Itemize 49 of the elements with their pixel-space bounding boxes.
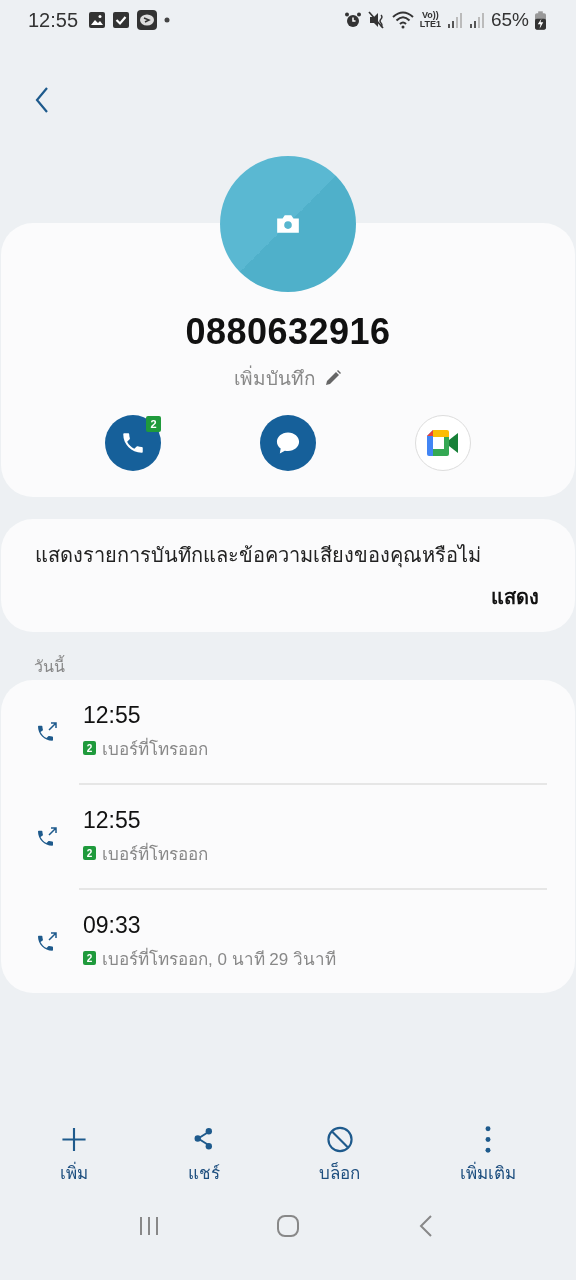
plus-icon — [59, 1126, 88, 1153]
call-detail: เบอร์ที่โทรออก, 0 นาที 29 วินาที — [102, 946, 336, 971]
alarm-icon — [343, 11, 362, 29]
call-log-item[interactable]: 12:55 2 เบอร์ที่โทรออก — [1, 785, 547, 888]
video-camera-icon — [425, 428, 461, 458]
pencil-icon — [324, 369, 342, 387]
phone-number: 0880632916 — [185, 311, 391, 353]
call-log-item[interactable]: 12:55 2 เบอร์ที่โทรออก — [1, 680, 547, 783]
sim-badge: 2 — [83, 846, 96, 860]
mute-icon — [367, 11, 386, 29]
phone-icon — [120, 430, 146, 456]
gallery-icon — [88, 11, 107, 29]
call-time: 12:55 — [83, 806, 142, 834]
home-button[interactable] — [276, 1214, 300, 1238]
outgoing-call-icon — [35, 929, 59, 954]
prompt-text: แสดงรายการบันทึกและข้อความเสียงของคุณหรือไม่ — [35, 543, 482, 570]
outgoing-call-icon — [35, 824, 59, 849]
sim-badge: 2 — [146, 416, 161, 432]
dot-icon — [164, 17, 171, 23]
call-log-item[interactable]: 09:33 2 เบอร์ที่โทรออก, 0 นาที 29 วินาที — [1, 890, 547, 993]
call-time: 09:33 — [83, 911, 142, 939]
call-detail: เบอร์ที่โทรออก — [102, 736, 208, 761]
signal-icon — [468, 11, 485, 29]
block-icon — [325, 1126, 354, 1153]
wifi-icon — [391, 11, 414, 29]
sim-badge: 2 — [83, 741, 96, 755]
battery-percent: 65% — [490, 9, 529, 31]
signal-icon — [446, 11, 463, 29]
battery-charging-icon — [535, 10, 546, 30]
add-action-button[interactable]: เพิ่ม — [59, 1126, 88, 1186]
show-button[interactable]: แสดง — [491, 581, 539, 613]
app-icon — [136, 9, 159, 31]
camera-icon — [275, 213, 301, 235]
sim-badge: 2 — [83, 951, 96, 965]
call-button[interactable]: 2 — [105, 415, 161, 471]
more-action-button[interactable]: เพิ่มเติม — [460, 1126, 517, 1186]
status-time: 12:55 — [28, 8, 79, 32]
call-detail: เบอร์ที่โทรออก — [102, 841, 208, 866]
checkbox-icon — [112, 11, 131, 29]
more-icon — [485, 1126, 492, 1153]
volte-label: Vo)) LTE1 — [419, 11, 441, 29]
share-action-button[interactable]: แชร์ — [187, 1126, 220, 1186]
section-header: วันนี้ — [0, 632, 576, 680]
message-button[interactable] — [260, 415, 316, 471]
call-time: 12:55 — [83, 701, 142, 729]
block-action-button[interactable]: บล็อก — [319, 1126, 361, 1186]
outgoing-call-icon — [35, 719, 59, 744]
add-note-link[interactable]: เพิ่มบันทึก — [234, 363, 316, 393]
video-call-button[interactable] — [415, 415, 471, 471]
